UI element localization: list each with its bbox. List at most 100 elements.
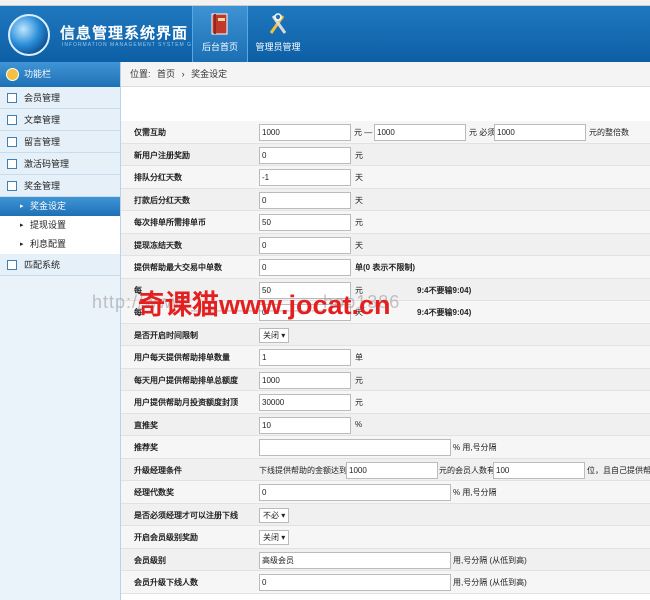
- list-icon: [7, 137, 17, 147]
- max-amount-input[interactable]: 1000: [374, 124, 466, 141]
- manager-count-input[interactable]: 100: [493, 461, 585, 479]
- field-label: 直推奖: [134, 420, 158, 430]
- list-icon: [7, 93, 17, 103]
- breadcrumb-home-link[interactable]: 首页: [157, 69, 175, 79]
- sidebar-subitem-withdraw-settings[interactable]: ▸ 提现设置: [0, 216, 120, 235]
- field-unit: 用,号分隔 (从低到高): [453, 555, 527, 565]
- field-label: 提供帮助最大交易中单数: [134, 263, 222, 272]
- member-levels-input[interactable]: 高级会员: [259, 551, 451, 569]
- time-limit-select[interactable]: 关闭 ▾: [259, 327, 290, 343]
- partial-input[interactable]: 0: [259, 304, 351, 321]
- multiple-input[interactable]: 1000: [494, 124, 586, 141]
- app-subtitle: INFORMATION MANAGEMENT SYSTEM GUI: [62, 42, 199, 48]
- select-value: 不必: [263, 510, 279, 520]
- form-row: 经理代数奖 0 % 用,号分隔: [121, 481, 650, 504]
- field-label: 用户每天提供帮助排单数量: [134, 353, 230, 362]
- sidebar-item-matching[interactable]: 匹配系统: [0, 254, 120, 276]
- sidebar-item-label: 留言管理: [24, 137, 61, 147]
- field-label: 每: [134, 308, 142, 317]
- field-unit: % 用,号分隔: [453, 443, 497, 452]
- daily-order-count-input[interactable]: 1: [259, 349, 351, 366]
- field-label: 开启会员级别奖励: [134, 533, 198, 542]
- form-row: 每 50 元 9:4不要输9:04): [121, 278, 650, 301]
- field-unit: 元的整倍数: [589, 128, 629, 137]
- field-unit: 用,号分隔 (从低到高): [453, 578, 527, 587]
- logo-globe-icon: [8, 14, 50, 56]
- field-unit: 元: [355, 375, 363, 385]
- field-hint: 9:4不要输9:04): [417, 285, 472, 295]
- sidebar-subitem-label: 奖金设定: [30, 201, 67, 211]
- form-row: 推荐奖 % 用,号分隔: [121, 436, 650, 459]
- form-row: 会员升级下线人数 0 用,号分隔 (从低到高): [121, 571, 650, 594]
- breadcrumb-current: 奖金设定: [191, 69, 228, 79]
- field-label: 会员升级下线人数: [134, 578, 198, 587]
- sidebar-item-members[interactable]: 会员管理: [0, 87, 120, 109]
- field-unit: 单(0 表示不限制): [355, 263, 415, 272]
- breadcrumb-prefix: 位置:: [130, 69, 151, 79]
- sidebar-item-articles[interactable]: 文章管理: [0, 109, 120, 131]
- level-upgrade-count-input[interactable]: 0: [259, 574, 451, 591]
- field-label: 每: [134, 285, 142, 295]
- form-row: 用户提供帮助月投资额度封顶 30000 元: [121, 391, 650, 414]
- sidebar-subitem-bonus-settings[interactable]: ▸ 奖金设定: [0, 197, 120, 216]
- form-row: 打款后分红天数 0 天: [121, 188, 650, 211]
- field-unit: 天: [355, 308, 363, 317]
- form-row: 每 0 天 9:4不要输9:04): [121, 301, 650, 324]
- field-text: 下线提供帮助的金额达到: [259, 465, 347, 475]
- field-label: 升级经理条件: [134, 465, 182, 475]
- form-row: 是否必须经理才可以注册下线 不必 ▾: [121, 503, 650, 526]
- list-icon: [7, 159, 17, 169]
- partial-input[interactable]: 50: [259, 281, 351, 299]
- manager-generation-bonus-input[interactable]: 0: [259, 484, 451, 501]
- referral-bonus-input[interactable]: [259, 439, 451, 456]
- field-unit: 元: [355, 398, 363, 407]
- field-unit: 元: [355, 150, 363, 160]
- field-unit: 元: [355, 218, 363, 227]
- select-value: 关闭: [263, 330, 279, 340]
- field-label: 经理代数奖: [134, 488, 174, 497]
- register-reward-input[interactable]: 0: [259, 146, 351, 164]
- min-amount-input[interactable]: 1000: [259, 124, 351, 141]
- list-icon: [7, 260, 17, 270]
- daily-order-total-input[interactable]: 1000: [259, 371, 351, 389]
- field-unit: 单: [355, 353, 363, 362]
- sidebar-item-messages[interactable]: 留言管理: [0, 131, 120, 153]
- field-unit: 元: [355, 285, 363, 295]
- form-row: 仅需互助 1000 元 — 1000 元 必须 1000 元的整倍数: [121, 121, 650, 144]
- level-reward-select[interactable]: 关闭 ▾: [259, 530, 290, 545]
- form-row: 升级经理条件 下线提供帮助的金额达到 1000 元的会员人数有 100 位，且自…: [121, 458, 650, 481]
- sidebar-subitem-interest-config[interactable]: ▸ 利息配置: [0, 235, 120, 254]
- breadcrumb-separator: ›: [181, 69, 185, 79]
- field-hint: 9:4不要输9:04): [417, 308, 472, 317]
- sidebar-item-activation-codes[interactable]: 激活码管理: [0, 153, 120, 175]
- field-label: 提现冻结天数: [134, 240, 182, 250]
- manager-required-select[interactable]: 不必 ▾: [259, 507, 290, 523]
- nav-admin-tab[interactable]: 管理员管理: [250, 6, 306, 62]
- paid-dividend-days-input[interactable]: 0: [259, 191, 351, 209]
- field-text: 位，且自己提供帮: [587, 465, 650, 475]
- sidebar-heading[interactable]: 功能栏: [0, 62, 120, 87]
- monthly-cap-input[interactable]: 30000: [259, 394, 351, 411]
- sidebar: 功能栏 会员管理 文章管理 留言管理 激活码管理 奖金管理 ▸ 奖金设定 ▸ 提…: [0, 62, 121, 600]
- sidebar-item-label: 匹配系统: [24, 260, 61, 270]
- arrow-right-icon: ▸: [20, 241, 24, 248]
- edit-icon: [7, 115, 17, 125]
- field-label: 每天用户提供帮助排单总额度: [134, 375, 238, 385]
- form-row: 每次排单所需排单币 50 元: [121, 211, 650, 234]
- sidebar-item-bonus[interactable]: 奖金管理: [0, 175, 120, 197]
- max-active-orders-input[interactable]: 0: [259, 259, 351, 276]
- withdraw-freeze-days-input[interactable]: 0: [259, 236, 351, 254]
- nav-home-tab[interactable]: 后台首页: [192, 6, 248, 62]
- order-coin-input[interactable]: 50: [259, 214, 351, 231]
- select-value: 关闭: [263, 533, 279, 542]
- direct-referral-input[interactable]: 10: [259, 416, 351, 434]
- queue-dividend-days-input[interactable]: -1: [259, 169, 351, 186]
- field-unit: %: [355, 419, 363, 429]
- field-label: 是否必须经理才可以注册下线: [134, 510, 238, 520]
- sidebar-item-label: 激活码管理: [24, 159, 70, 169]
- form-row: 会员级别 高级会员 用,号分隔 (从低到高): [121, 548, 650, 571]
- manager-amount-input[interactable]: 1000: [346, 461, 438, 479]
- breadcrumb: 位置: 首页 › 奖金设定: [121, 62, 650, 87]
- form-row: 直推奖 10 %: [121, 413, 650, 436]
- field-label: 打款后分红天数: [134, 195, 190, 205]
